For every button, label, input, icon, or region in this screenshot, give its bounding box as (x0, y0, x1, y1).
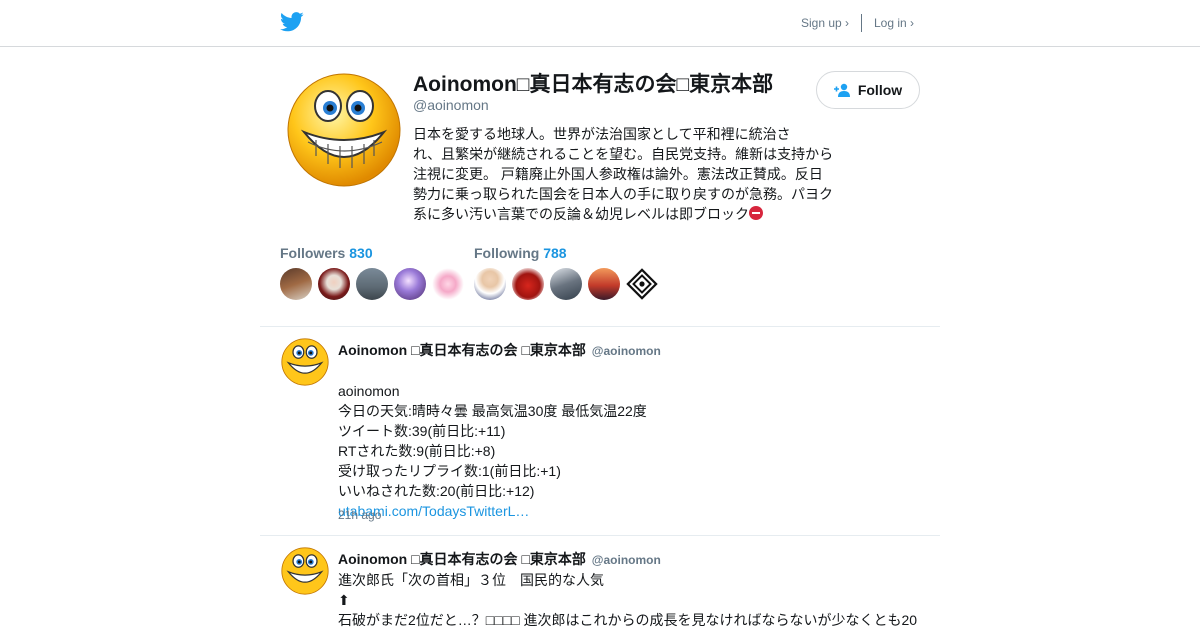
emblem-icon (626, 268, 658, 300)
add-person-icon (833, 83, 850, 97)
tweet-link[interactable]: utabami.com/TodaysTwitterL… (338, 501, 933, 521)
following-avatar[interactable] (550, 268, 582, 300)
tweet-header: Aoinomon □真日本有志の会 □東京本部 @aoinomon (338, 549, 661, 569)
followers-avatars (280, 268, 464, 300)
followers-number: 830 (349, 245, 373, 261)
following-number: 788 (543, 245, 567, 261)
follower-avatar[interactable] (394, 268, 426, 300)
follow-button-label: Follow (857, 82, 903, 98)
tweet-timestamp[interactable]: 21h ago (338, 508, 381, 522)
tweet-author-handle[interactable]: @aoinomon (592, 344, 661, 358)
follower-avatar[interactable] (356, 268, 388, 300)
tweet-text-content: aoinomon 今日の天気:晴時々曇 最高気温30度 最低気温22度 ツイート… (338, 383, 647, 499)
following-count[interactable]: Following 788 (474, 245, 567, 261)
tweet-author-handle[interactable]: @aoinomon (592, 553, 661, 567)
profile-bio-text: 日本を愛する地球人。世界が法治国家として平和裡に統治さ れ、且繁栄が継続されるこ… (413, 126, 834, 222)
following-avatar[interactable] (474, 268, 506, 300)
followers-label: Followers (280, 245, 346, 261)
profile-avatar[interactable] (286, 72, 402, 188)
log-in-link[interactable]: Log in › (874, 16, 914, 30)
twitter-bird-icon[interactable] (280, 11, 304, 33)
following-avatars (474, 268, 658, 300)
followers-count[interactable]: Followers 830 (280, 245, 373, 261)
tweet-avatar[interactable] (281, 338, 329, 386)
tweet-author-name[interactable]: Aoinomon □真日本有志の会 □東京本部 (338, 342, 586, 358)
no-entry-icon (749, 206, 763, 220)
sign-up-link[interactable]: Sign up › (801, 16, 849, 30)
profile-handle: @aoinomon (413, 97, 489, 113)
tweet-header: Aoinomon □真日本有志の会 □東京本部 @aoinomon (338, 340, 661, 360)
follower-avatar[interactable] (280, 268, 312, 300)
nav-divider (861, 14, 862, 32)
following-avatar[interactable] (512, 268, 544, 300)
tweet: Aoinomon □真日本有志の会 □東京本部 @aoinomon 進次郎氏「次… (260, 535, 940, 630)
following-avatar[interactable] (588, 268, 620, 300)
tweet-avatar[interactable] (281, 547, 329, 595)
profile-display-name: Aoinomon□真日本有志の会□東京本部 (413, 73, 774, 96)
tweet-text: aoinomon 今日の天気:晴時々曇 最高気温30度 最低気温22度 ツイート… (338, 361, 933, 541)
tweet: Aoinomon □真日本有志の会 □東京本部 @aoinomon aoinom… (260, 326, 940, 536)
top-bar: Sign up › Log in › (0, 0, 1200, 47)
following-avatar[interactable] (626, 268, 658, 300)
tweet-text: 進次郎氏「次の首相」３位 国民的な人気 ⬆ 石破がまだ2位だと…？□□□□ 進次… (338, 572, 918, 628)
follower-avatar[interactable] (318, 268, 350, 300)
follower-avatar[interactable] (432, 268, 464, 300)
tweet-author-name[interactable]: Aoinomon □真日本有志の会 □東京本部 (338, 551, 586, 567)
follow-button[interactable]: Follow (816, 71, 920, 109)
profile-bio: 日本を愛する地球人。世界が法治国家として平和裡に統治さ れ、且繁栄が継続されるこ… (413, 124, 838, 224)
following-label: Following (474, 245, 540, 261)
